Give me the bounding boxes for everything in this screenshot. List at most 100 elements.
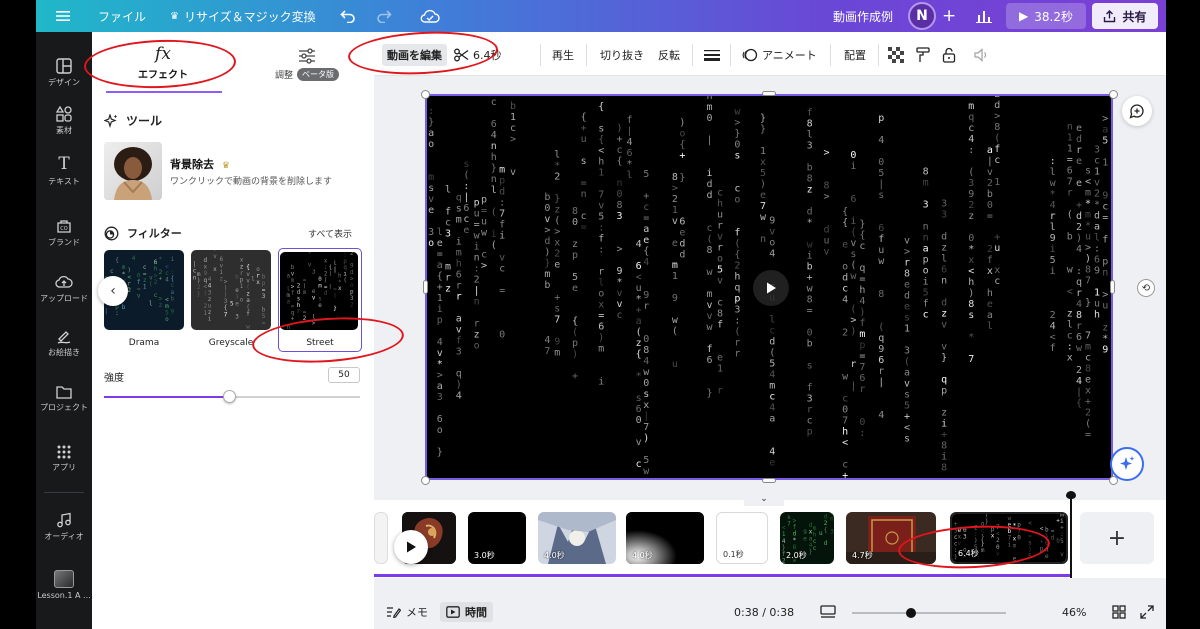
svg-text:c: c [842,283,848,294]
animate-button[interactable]: アニメート [742,44,817,66]
svg-text:r: r [474,318,480,329]
see-all-filters-link[interactable]: すべて表示 [308,227,352,240]
add-comment-button[interactable] [1122,96,1152,126]
svg-text:w: w [760,212,767,223]
rail-item-draw[interactable]: お絵描き [36,318,92,368]
svg-text:m: m [968,101,974,112]
collapse-timeline-button[interactable]: ⌄ [744,492,784,506]
intensity-input[interactable]: 50 [328,367,360,383]
share-button[interactable]: 共有 [1092,3,1158,29]
tab-adjust[interactable]: 調整 ベータ版 [252,48,362,88]
svg-text:3: 3 [445,228,451,239]
svg-text:f: f [627,115,633,126]
timeline-clip[interactable]: <1 4} f 2 x 7 > f d * 8 w 9 e d x a 4} m h c c u d 2{d 1 n 3 2.0秒 [780,512,834,564]
transparency-button[interactable] [888,44,904,66]
resize-button[interactable]: ♛ リサイズ＆マジック変換 [170,0,316,32]
avatar[interactable]: N [908,2,936,30]
bg-remove-title[interactable]: 背景除去 ♛ [170,156,230,172]
playhead-handle[interactable] [1066,491,1076,499]
svg-text:=: = [499,286,505,297]
rotate-icon[interactable]: ⟲ [1137,279,1155,297]
rail-item-text[interactable]: T テキスト [36,146,92,196]
file-menu[interactable]: ファイル [98,0,146,32]
svg-text:r: r [734,348,740,359]
playhead[interactable] [1070,494,1072,578]
svg-text:o: o [437,425,443,436]
flip-button[interactable]: 反転 [658,44,680,66]
rail-item-design[interactable]: デザイン [36,48,92,98]
rail-item-brand[interactable]: CO ブランド [36,208,92,258]
svg-text:b: b [1067,231,1073,242]
svg-text:v: v [617,288,623,299]
svg-text:m: m [445,261,451,272]
resize-handle-bottom-left[interactable] [421,476,430,485]
resize-handle-left[interactable] [423,280,428,294]
timeline-clip[interactable]: 0.1秒 [716,512,768,564]
svg-text:3: 3 [428,227,434,238]
undo-button[interactable] [340,0,356,32]
resize-handle-top-left[interactable] [421,90,430,99]
rail-item-lesson[interactable]: Lesson.1 A ... [36,560,92,610]
svg-text:|: | [707,135,713,146]
timeline-clip[interactable]: 4.0秒 [538,512,616,564]
border-style-button[interactable] [704,44,720,66]
redo-button[interactable] [376,0,392,32]
resize-handle-top-right[interactable] [1109,90,1118,99]
svg-text:9: 9 [1094,265,1100,276]
lock-button[interactable] [942,44,956,66]
svg-text:s: s [904,433,910,444]
zoom-slider-knob[interactable] [906,608,916,618]
timeline-clip[interactable]: 3.0秒 [468,512,526,564]
canvas-play-button[interactable] [753,270,789,306]
svg-text:>: > [510,134,516,145]
zoom-slider-track[interactable] [852,612,1006,614]
svg-text:0: 0 [544,203,550,214]
cloud-save-icon[interactable] [420,0,440,32]
notes-button[interactable]: メモ [386,604,428,620]
play-preview-button[interactable]: ▶ 38.2秒 [1006,3,1086,29]
page-view-button[interactable] [820,604,836,620]
rail-item-projects[interactable]: プロジェクト [36,374,92,424]
project-title[interactable]: 動画作成例 [833,0,893,32]
crop-button[interactable]: 切り抜き [600,44,644,66]
svg-text:c: c [769,392,775,403]
timeline-play-button[interactable] [394,530,428,564]
timeline-clip[interactable]: 4.0秒 [626,512,704,564]
svg-text:0: 0 [572,217,578,228]
svg-text:1: 1 [994,177,1000,188]
rail-item-elements[interactable]: 素材 [36,96,92,146]
rail-item-apps[interactable]: アプリ [36,434,92,484]
filter-icon [104,226,119,240]
zoom-level[interactable]: 46% [1062,604,1086,620]
svg-text:8: 8 [572,206,578,217]
filter-thumb-greyscale[interactable]: |cnm)2}dx9q<(21443zuzi+vx6viz>))3{75he)e… [191,250,271,330]
volume-button[interactable] [974,44,990,66]
insights-icon[interactable] [976,0,992,32]
rail-item-uploads[interactable]: アップロード [36,264,92,314]
copy-style-button[interactable] [916,44,930,66]
svg-text:{: { [850,227,856,238]
bg-remove-thumbnail[interactable] [104,142,162,200]
add-collaborator-button[interactable]: + [942,0,956,32]
upload-icon [55,275,73,288]
intensity-slider-knob[interactable] [223,390,237,403]
magic-assistant-button[interactable] [1110,447,1144,481]
rail-item-audio[interactable]: オーディオ [36,502,92,552]
play-icon: ▶ [1019,9,1029,23]
resize-handle-bottom[interactable] [762,478,776,483]
video-canvas[interactable]: :} a o m s v e 3 o l e = a{+1 i p 4 v * > a 3 6 o} l f c 3 m r z q s m i m… [425,94,1113,480]
position-button[interactable]: 配置 [844,44,866,66]
svg-text:=: = [1067,154,1073,165]
resize-handle-top[interactable] [762,91,776,96]
filters-prev-button[interactable]: ‹ [98,276,128,306]
svg-text:i: i [807,250,813,261]
timing-button[interactable]: 時間 [440,602,493,622]
timeline-clip[interactable] [374,512,388,564]
menu-icon[interactable] [56,0,70,32]
grid-view-button[interactable] [1112,604,1126,620]
svg-text:s: s [598,123,604,134]
fullscreen-button[interactable] [1140,604,1154,620]
add-clip-button[interactable]: + [1080,512,1154,564]
resize-handle-right[interactable] [1110,280,1115,294]
playback-button[interactable]: 再生 [552,44,574,66]
